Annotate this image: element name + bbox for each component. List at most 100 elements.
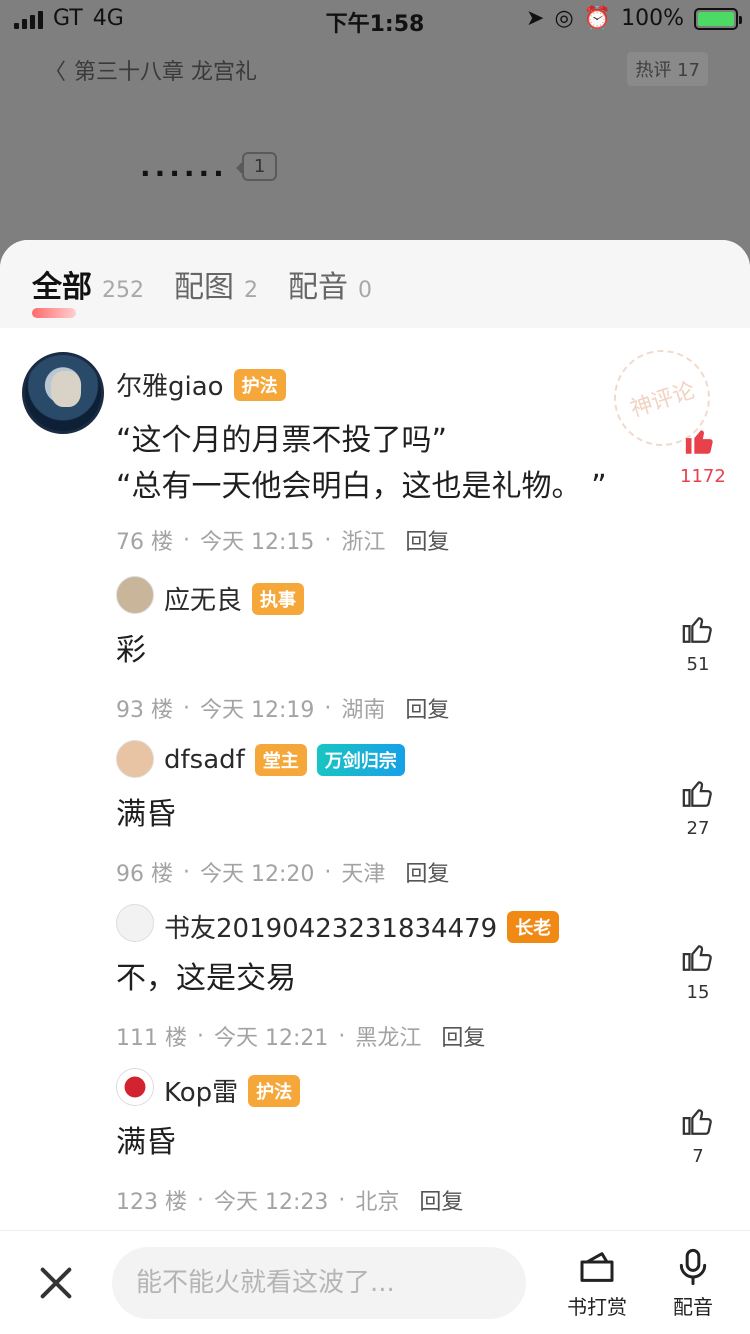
comment-time: 今天 12:20 [200, 862, 315, 887]
location-icon: ➤ [526, 6, 545, 31]
chapter-title: 第三十八章 龙宫礼 [74, 60, 258, 85]
comment-meta: 96 楼 · 今天 12:20 · 天津 回复 [116, 856, 449, 888]
comment-time: 今天 12:15 [200, 530, 315, 555]
comment-meta: 76 楼 · 今天 12:15 · 浙江 回复 [116, 524, 449, 556]
comment-time: 今天 12:19 [200, 698, 315, 723]
microphone-icon [679, 1248, 707, 1286]
comment-location: 浙江 [341, 530, 386, 555]
comment-location: 黑龙江 [355, 1026, 422, 1051]
comment-location: 天津 [341, 862, 386, 887]
tab-label: 配图 [174, 270, 234, 305]
reader-header: 〈 第三十八章 龙宫礼 热评 17 [0, 50, 750, 90]
comment-time: 今天 12:23 [214, 1190, 329, 1215]
rank-badge: 堂主 [254, 744, 307, 776]
avatar[interactable] [116, 740, 154, 778]
tab-images[interactable]: 配图 2 [174, 262, 258, 306]
comment-text: 满昏 [116, 797, 176, 832]
like-count: 1172 [680, 466, 726, 487]
comment-time: 今天 12:21 [214, 1026, 329, 1051]
comment-text: 不，这是交易 [116, 961, 296, 996]
hot-comments-badge[interactable]: 热评 17 [627, 52, 708, 86]
comment-item: 书友20190423231834479 长老 不，这是交易 15 111 楼 · … [0, 896, 750, 1060]
like-button[interactable]: 15 [678, 940, 718, 1003]
tab-label: 全部 [32, 270, 92, 305]
voice-button[interactable]: 配音 [658, 1247, 728, 1320]
floor-number: 111 楼 [116, 1026, 187, 1051]
comment-item: dfsadf 堂主 万剑归宗 满昏 27 96 楼 · 今天 12:20 · 天津 … [0, 732, 750, 896]
guild-badge: 万剑归宗 [316, 744, 405, 776]
like-count: 7 [692, 1146, 704, 1167]
thumbs-up-icon [682, 945, 712, 971]
tab-voice[interactable]: 配音 0 [288, 262, 372, 306]
floor-number: 76 楼 [116, 530, 173, 555]
thumbs-up-icon [682, 781, 712, 807]
floor-number: 93 楼 [116, 698, 173, 723]
comment-text: 彩 [116, 633, 146, 668]
tab-count: 0 [358, 278, 372, 303]
reply-button[interactable]: 回复 [405, 856, 449, 888]
reward-button[interactable]: 书打赏 [562, 1247, 632, 1320]
back-button[interactable]: 〈 第三十八章 龙宫礼 [44, 54, 257, 86]
tab-all[interactable]: 全部 252 [32, 262, 144, 318]
floor-number: 123 楼 [116, 1190, 187, 1215]
wallet-icon [580, 1252, 614, 1282]
tab-count: 252 [102, 278, 144, 303]
like-button[interactable]: 1172 [680, 424, 726, 487]
paragraph-comment-count[interactable]: 1 [235, 152, 278, 181]
username[interactable]: 应无良 [164, 580, 242, 617]
reward-label: 书打赏 [567, 1295, 627, 1319]
avatar[interactable] [116, 1068, 154, 1106]
comment-text: 满昏 [116, 1125, 176, 1160]
like-count: 27 [686, 818, 710, 839]
username[interactable]: Kop雷 [164, 1072, 238, 1109]
like-button[interactable]: 27 [678, 776, 718, 839]
reply-button[interactable]: 回复 [441, 1020, 485, 1052]
reply-button[interactable]: 回复 [405, 692, 449, 724]
like-button[interactable]: 51 [678, 612, 718, 675]
comment-line: “总有一天他会明白，这也是礼物。 ” [116, 469, 607, 504]
comment-meta: 93 楼 · 今天 12:19 · 湖南 回复 [116, 692, 449, 724]
avatar[interactable] [116, 904, 154, 942]
status-bar: GT 4G 下午1:58 ➤ ◎ ⏰ 100% [0, 0, 750, 40]
tab-count: 2 [244, 278, 258, 303]
paragraph-line: ...... 1 [140, 150, 278, 183]
rank-badge: 长老 [507, 910, 560, 943]
reply-button[interactable]: 回复 [405, 524, 449, 556]
lock-icon: ◎ [554, 6, 574, 31]
comment-sheet: 全部 252 配图 2 配音 0 尔雅giao 护法 神评论 “这个月的月票不投… [0, 240, 750, 1334]
username[interactable]: dfsadf [164, 745, 245, 775]
rank-badge: 护法 [233, 368, 286, 401]
comment-text: “这个月的月票不投了吗” “总有一天他会明白，这也是礼物。 ” [116, 418, 607, 510]
thumbs-up-filled-icon [685, 430, 713, 454]
like-count: 15 [686, 982, 710, 1003]
tab-label: 配音 [288, 270, 348, 305]
rank-badge: 执事 [252, 582, 305, 615]
thumbs-up-icon [682, 617, 712, 643]
comment-location: 北京 [355, 1190, 400, 1215]
username[interactable]: 尔雅giao [116, 366, 224, 403]
active-tab-indicator [32, 308, 76, 318]
avatar[interactable] [22, 352, 104, 434]
comment-item: 应无良 执事 彩 51 93 楼 · 今天 12:19 · 湖南 回复 [0, 568, 750, 732]
battery-percent: 100% [621, 6, 684, 31]
comment-item: 尔雅giao 护法 神评论 “这个月的月票不投了吗” “总有一天他会明白，这也是… [0, 328, 750, 568]
ellipsis-text: ...... [140, 150, 228, 183]
comment-item: Kop雷 护法 满昏 7 123 楼 · 今天 12:23 · 北京 回复 [0, 1060, 750, 1224]
like-count: 51 [686, 654, 710, 675]
rank-badge: 护法 [248, 1074, 301, 1107]
reply-button[interactable]: 回复 [419, 1184, 463, 1216]
alarm-icon: ⏰ [583, 6, 612, 31]
chevron-left-icon: 〈 [44, 60, 67, 85]
comment-location: 湖南 [341, 698, 386, 723]
avatar[interactable] [116, 576, 154, 614]
like-button[interactable]: 7 [678, 1104, 718, 1167]
comment-input[interactable]: 能不能火就看这波了... [112, 1247, 526, 1319]
close-icon[interactable] [36, 1263, 76, 1303]
floor-number: 96 楼 [116, 862, 173, 887]
comment-line: “这个月的月票不投了吗” [116, 423, 448, 458]
thumbs-up-icon [682, 1109, 712, 1135]
comment-tabs: 全部 252 配图 2 配音 0 [0, 240, 750, 328]
username[interactable]: 书友20190423231834479 [164, 908, 497, 945]
voice-label: 配音 [673, 1295, 713, 1319]
comment-meta: 111 楼 · 今天 12:21 · 黑龙江 回复 [116, 1020, 485, 1052]
